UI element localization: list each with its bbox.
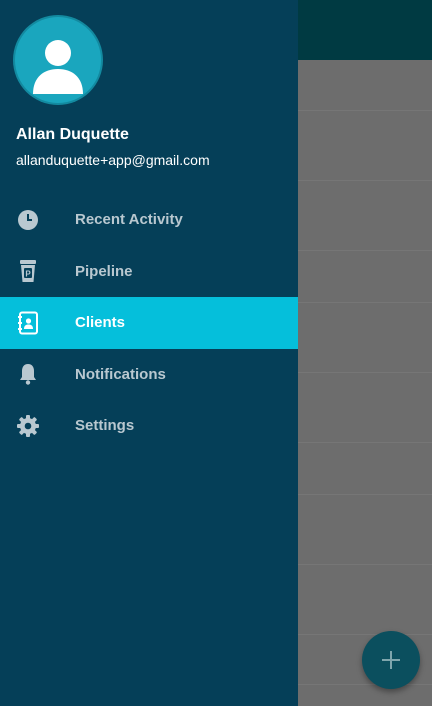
navigation-drawer: Allan Duquette allanduquette+app@gmail.c… bbox=[0, 0, 298, 706]
list-divider bbox=[298, 372, 432, 373]
contacts-book-icon bbox=[16, 311, 40, 335]
svg-text:P: P bbox=[25, 270, 31, 279]
menu-item-pipeline[interactable]: P Pipeline bbox=[0, 246, 298, 298]
list-divider bbox=[298, 180, 432, 181]
avatar[interactable] bbox=[15, 17, 101, 103]
menu-item-label: Settings bbox=[75, 417, 135, 435]
bell-icon bbox=[16, 362, 40, 386]
drawer-menu: Recent Activity P Pipeline Clients Notif… bbox=[0, 194, 298, 452]
plus-icon bbox=[382, 651, 400, 669]
list-divider bbox=[298, 634, 432, 635]
menu-item-label: Recent Activity bbox=[75, 211, 183, 229]
list-divider bbox=[298, 684, 432, 685]
list-divider bbox=[298, 302, 432, 303]
user-avatar-icon bbox=[33, 40, 83, 94]
user-name: Allan Duquette bbox=[16, 126, 129, 143]
gear-icon bbox=[16, 414, 40, 438]
list-divider bbox=[298, 564, 432, 565]
list-divider bbox=[298, 442, 432, 443]
list-divider bbox=[298, 494, 432, 495]
menu-item-label: Notifications bbox=[75, 365, 166, 383]
user-email: allanduquette+app@gmail.com bbox=[16, 152, 210, 168]
menu-item-label: Pipeline bbox=[75, 262, 133, 280]
add-button[interactable] bbox=[362, 631, 420, 689]
menu-item-notifications[interactable]: Notifications bbox=[0, 349, 298, 401]
menu-item-clients[interactable]: Clients bbox=[0, 297, 298, 349]
app-screen: Allan Duquette allanduquette+app@gmail.c… bbox=[0, 0, 432, 706]
menu-item-label: Clients bbox=[75, 314, 126, 332]
clock-icon bbox=[16, 208, 40, 232]
pipeline-cup-icon: P bbox=[16, 259, 40, 283]
menu-item-recent-activity[interactable]: Recent Activity bbox=[0, 194, 298, 246]
list-divider bbox=[298, 250, 432, 251]
menu-item-settings[interactable]: Settings bbox=[0, 400, 298, 452]
list-divider bbox=[298, 110, 432, 111]
